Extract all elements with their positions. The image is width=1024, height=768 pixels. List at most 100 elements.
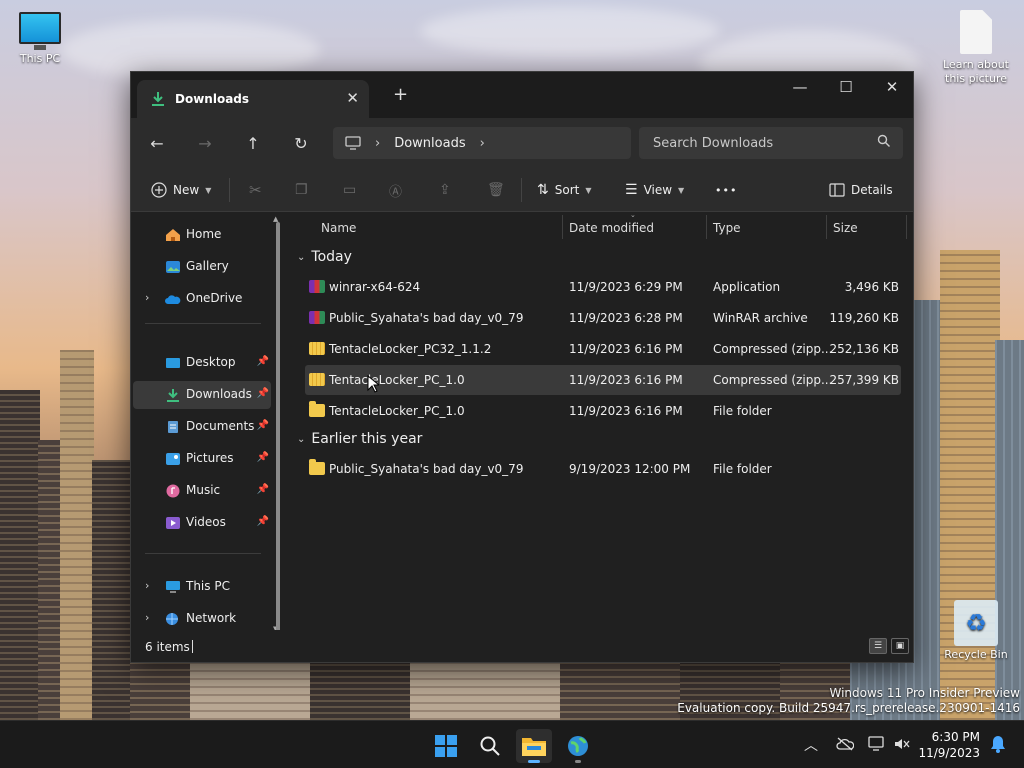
file-row[interactable]: TentacleLocker_PC32_1.1.2 11/9/2023 6:16… (305, 334, 901, 364)
desktop-icon-learn-about-picture[interactable]: Learn about this picture (936, 10, 1016, 86)
file-row[interactable]: winrar-x64-624 11/9/2023 6:29 PM Applica… (305, 272, 901, 302)
column-divider[interactable] (826, 215, 827, 239)
sidebar-item-label: Music (186, 483, 221, 497)
refresh-icon[interactable]: ↻ (289, 131, 313, 155)
pin-icon[interactable]: 📌 (257, 356, 269, 367)
onedrive-offline-icon[interactable] (836, 736, 854, 752)
file-row[interactable]: Public_Syahata's bad day_v0_79 11/9/2023… (305, 303, 901, 333)
sidebar-item-music[interactable]: Music 📌 (133, 477, 271, 505)
clock[interactable]: 6:30 PM 11/9/2023 (918, 729, 980, 761)
details-pane-button[interactable]: Details (829, 176, 893, 204)
pin-icon[interactable]: 📌 (257, 484, 269, 495)
sidebar-item-documents[interactable]: Documents 📌 (133, 413, 271, 441)
delete-icon[interactable]: 🗑 (487, 176, 505, 204)
maximize-button[interactable]: ☐ (823, 72, 869, 102)
view-label: View (643, 183, 673, 197)
sidebar-item-downloads[interactable]: Downloads 📌 (133, 381, 271, 409)
notification-bell-icon[interactable] (990, 735, 1006, 753)
back-arrow-icon[interactable]: ← (145, 131, 169, 155)
winrar-app-icon (309, 280, 325, 293)
sidebar-item-network[interactable]: › Network (133, 605, 271, 633)
network-status-icon[interactable] (868, 736, 886, 752)
close-tab-icon[interactable]: ✕ (346, 89, 359, 107)
sidebar-item-onedrive[interactable]: › OneDrive (133, 285, 271, 313)
chevron-right-icon[interactable]: › (480, 136, 485, 151)
pictures-icon (166, 453, 180, 465)
pin-icon[interactable]: 📌 (257, 452, 269, 463)
pin-icon[interactable]: 📌 (257, 420, 269, 431)
network-icon (166, 613, 178, 625)
chevron-right-icon[interactable]: › (145, 291, 149, 304)
column-divider[interactable] (706, 215, 707, 239)
more-options-button[interactable]: ••• (715, 176, 737, 204)
file-explorer-window: Downloads ✕ + — ☐ ✕ ← → ↑ ↻ › Downloads … (130, 71, 914, 663)
sidebar-item-this-pc[interactable]: › This PC (133, 573, 271, 601)
chevron-right-icon[interactable]: › (375, 136, 380, 151)
address-bar[interactable]: › Downloads › (333, 127, 631, 159)
column-header-name[interactable]: Name (321, 215, 356, 241)
breadcrumb-downloads[interactable]: Downloads (394, 136, 465, 151)
sidebar-item-videos[interactable]: Videos 📌 (133, 509, 271, 537)
chevron-right-icon[interactable]: › (145, 611, 149, 624)
file-explorer-taskbar-button[interactable] (516, 729, 552, 763)
sidebar-item-label: This PC (186, 579, 230, 593)
chevron-down-icon: ⌄ (297, 251, 306, 263)
details-view-icon[interactable]: ☰ (869, 638, 887, 654)
sidebar-item-label: Home (186, 227, 222, 241)
gallery-icon (166, 261, 180, 273)
new-button[interactable]: New ▼ (151, 176, 211, 204)
group-header-today[interactable]: ⌄ Today (297, 249, 352, 265)
desktop-icon-recycle-bin[interactable]: ♻ Recycle Bin (936, 600, 1016, 662)
sidebar-item-home[interactable]: Home (133, 221, 271, 249)
sidebar-item-desktop[interactable]: Desktop 📌 (133, 349, 271, 377)
file-row[interactable]: TentacleLocker_PC_1.0 11/9/2023 6:16 PM … (305, 396, 901, 426)
download-icon (152, 92, 164, 106)
browser-taskbar-button[interactable] (560, 729, 596, 763)
sidebar-item-gallery[interactable]: Gallery (133, 253, 271, 281)
os-watermark: Windows 11 Pro Insider Preview Evaluatio… (677, 686, 1020, 716)
column-header-size[interactable]: Size (833, 215, 858, 241)
copy-icon[interactable]: ❐ (295, 176, 308, 204)
search-taskbar-button[interactable] (472, 729, 508, 763)
speaker-muted-icon[interactable] (894, 736, 910, 752)
column-divider[interactable] (562, 215, 563, 239)
sort-button[interactable]: ⇅ Sort ▼ (537, 176, 592, 204)
group-header-earlier-this-year[interactable]: ⌄ Earlier this year (297, 431, 422, 447)
paste-icon[interactable]: ▭ (343, 176, 356, 204)
sidebar-item-pictures[interactable]: Pictures 📌 (133, 445, 271, 473)
file-row[interactable]: TentacleLocker_PC_1.0 11/9/2023 6:16 PM … (305, 365, 901, 395)
up-arrow-icon[interactable]: ↑ (241, 131, 265, 155)
pin-icon[interactable]: 📌 (257, 388, 269, 399)
pin-icon[interactable]: 📌 (257, 516, 269, 527)
tab-downloads[interactable]: Downloads ✕ (137, 80, 369, 118)
view-button[interactable]: ☰ View ▼ (625, 176, 684, 204)
file-name: TentacleLocker_PC_1.0 (329, 373, 465, 387)
file-type: Compressed (zipp... (713, 373, 833, 387)
navigation-pane: ▲ Home Gallery › OneDrive Desktop 📌 Down… (131, 213, 289, 633)
column-header-type[interactable]: Type (713, 215, 741, 241)
tiles-view-icon[interactable]: ▣ (891, 638, 909, 654)
search-box[interactable]: Search Downloads (639, 127, 903, 159)
start-button[interactable] (428, 729, 464, 763)
new-tab-button[interactable]: + (393, 84, 408, 105)
column-header-date-modified[interactable]: Date modified (569, 215, 654, 241)
share-icon[interactable]: ⇪ (439, 176, 451, 204)
desktop-icon-this-pc[interactable]: This PC (0, 12, 80, 66)
chevron-right-icon[interactable]: › (145, 579, 149, 592)
item-count: 6 items (145, 640, 190, 654)
minimize-button[interactable]: — (777, 72, 823, 102)
rename-icon[interactable]: Ⓐ (389, 176, 402, 204)
sidebar-scrollbar[interactable] (276, 222, 280, 646)
file-type: Application (713, 280, 781, 294)
forward-arrow-icon[interactable]: → (193, 131, 217, 155)
cut-icon[interactable]: ✂ (249, 176, 262, 204)
windows-logo-icon (435, 735, 457, 757)
chevron-up-icon[interactable]: ︿ (804, 735, 818, 755)
column-divider[interactable] (906, 215, 907, 239)
close-button[interactable]: ✕ (869, 72, 913, 102)
file-date: 11/9/2023 6:16 PM (569, 342, 683, 356)
file-row[interactable]: Public_Syahata's bad day_v0_79 9/19/2023… (305, 454, 901, 484)
sidebar-item-label: Network (186, 611, 237, 625)
file-date: 11/9/2023 6:16 PM (569, 373, 683, 387)
file-type: WinRAR archive (713, 311, 808, 325)
